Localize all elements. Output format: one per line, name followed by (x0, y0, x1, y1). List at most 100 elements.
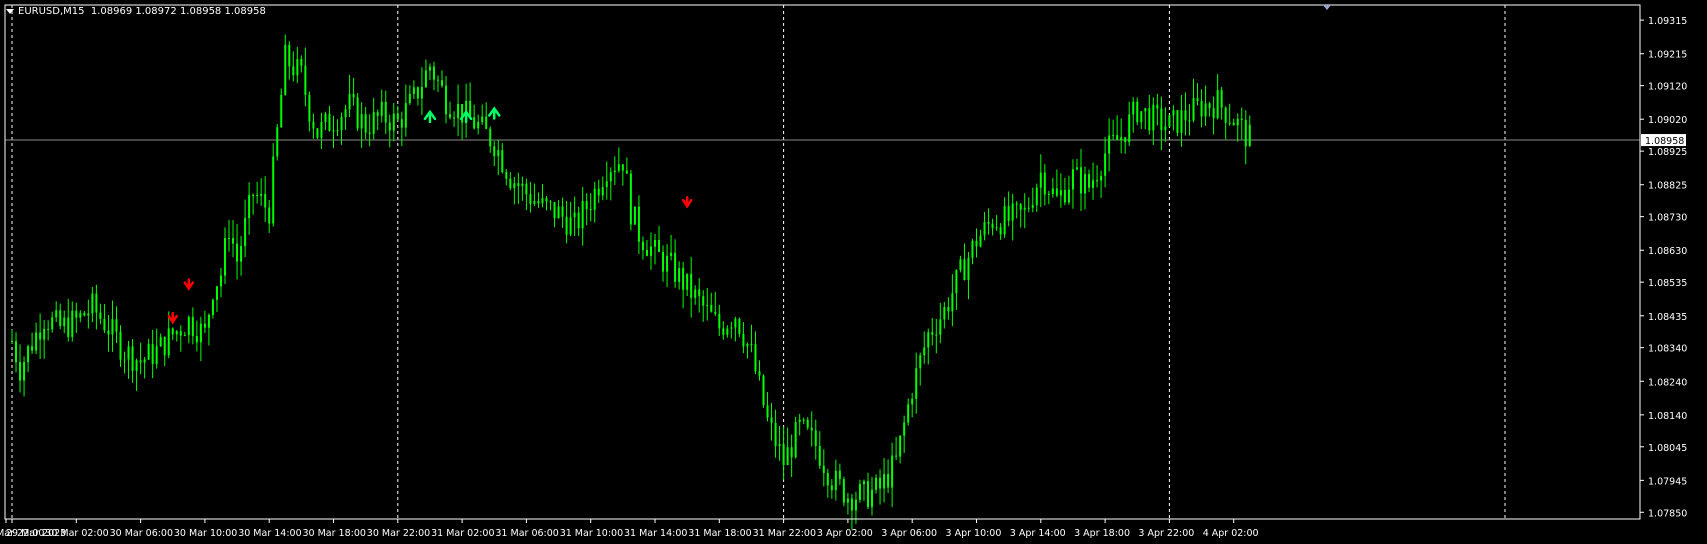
candle-body (111, 319, 114, 335)
candle-body (529, 194, 532, 204)
collapse-triangle-icon[interactable] (6, 8, 14, 14)
candle-body (183, 335, 186, 337)
candle-body (895, 455, 898, 457)
candle-body (83, 312, 86, 316)
candle-body (834, 470, 837, 491)
price-tick-label: 1.08045 (1648, 443, 1687, 454)
candle-body (356, 97, 359, 129)
candle-body (139, 360, 142, 363)
candle-body (959, 259, 962, 270)
candle-body (710, 304, 713, 312)
chart-background (0, 0, 1707, 544)
candle-body (537, 201, 540, 204)
candle-body (1084, 174, 1087, 194)
candle-body (967, 257, 970, 281)
candle-body (304, 65, 307, 95)
candle-body (903, 422, 906, 436)
candle-body (23, 362, 26, 381)
candle-body (883, 474, 886, 489)
price-tick-label: 1.08435 (1648, 312, 1687, 323)
candle-body (513, 183, 516, 189)
candle-body (1216, 90, 1219, 119)
candle-body (1124, 137, 1127, 143)
candle-body (27, 346, 30, 363)
candle-body (1180, 110, 1183, 133)
candle-body (698, 289, 701, 297)
candle-body (248, 195, 251, 219)
time-tick-label: 31 Mar 10:00 (560, 528, 623, 539)
candle-body (822, 465, 825, 473)
candle-body (509, 178, 512, 189)
candle-body (1003, 206, 1006, 235)
candle-body (521, 183, 524, 186)
price-tick-label: 1.08925 (1648, 147, 1687, 158)
candle-body (854, 499, 857, 511)
candle-body (1160, 108, 1163, 131)
time-tick-label: 30 Mar 14:00 (238, 528, 301, 539)
candle-body (702, 296, 705, 306)
candle-body (887, 474, 890, 488)
price-chart[interactable]: 1.09315 1.09215 1.09120 1.09020 1.08925 1.088… (0, 0, 1707, 544)
candle-body (1176, 110, 1179, 133)
candle-body (637, 206, 640, 242)
candle-body (171, 328, 174, 335)
candle-body (674, 252, 677, 282)
candle-body (43, 328, 46, 340)
candle-body (1148, 108, 1151, 131)
candle-body (147, 344, 150, 360)
candle-body (875, 477, 878, 490)
candle-body (449, 114, 452, 118)
candle-body (1112, 135, 1115, 137)
candle-body (1248, 124, 1251, 147)
candle-body (320, 121, 323, 138)
candle-body (947, 307, 950, 312)
candle-body (1092, 180, 1095, 188)
candle-body (714, 311, 717, 314)
candle-body (143, 359, 146, 363)
candle-body (907, 404, 910, 423)
candle-body (1220, 90, 1223, 108)
candle-body (593, 188, 596, 210)
candle-body (955, 269, 958, 294)
candle-body (497, 150, 500, 157)
candle-body (1228, 122, 1231, 124)
candle-body (352, 94, 355, 98)
candle-body (167, 328, 170, 356)
candle-body (939, 319, 942, 335)
price-tick-label: 1.08535 (1648, 278, 1687, 289)
candle-body (718, 313, 721, 329)
candle-body (995, 227, 998, 229)
candle-body (223, 237, 226, 276)
candle-body (1063, 190, 1066, 203)
candle-body (199, 323, 202, 343)
candle-body (931, 332, 934, 335)
candle-body (1015, 203, 1018, 205)
candle-body (127, 346, 130, 360)
candle-body (1075, 167, 1078, 170)
candle-body (810, 427, 813, 431)
candle-body (288, 44, 291, 67)
candle-body (1196, 98, 1199, 101)
candle-body (589, 209, 592, 211)
candle-body (135, 360, 138, 371)
time-tick-label: 30 Mar 18:00 (303, 528, 366, 539)
candle-body (726, 328, 729, 335)
symbol-timeframe: EURUSD,M15 (18, 6, 85, 17)
candle-body (609, 172, 612, 182)
price-tick-label: 1.07850 (1648, 508, 1687, 519)
candle-body (79, 312, 82, 318)
candle-body (621, 164, 624, 171)
price-tick-label: 1.07945 (1648, 476, 1687, 487)
candle-body (364, 114, 367, 133)
time-tick-label: 3 Apr 18:00 (1074, 528, 1130, 539)
candle-body (613, 170, 616, 173)
candle-body (625, 170, 628, 174)
candle-body (862, 481, 865, 485)
price-tick-label: 1.09120 (1648, 82, 1687, 93)
candle-body (975, 240, 978, 247)
candle-body (324, 113, 327, 122)
candle-body (1067, 189, 1070, 203)
candle-body (533, 201, 536, 204)
candle-body (1132, 101, 1135, 115)
candle-body (19, 362, 22, 381)
